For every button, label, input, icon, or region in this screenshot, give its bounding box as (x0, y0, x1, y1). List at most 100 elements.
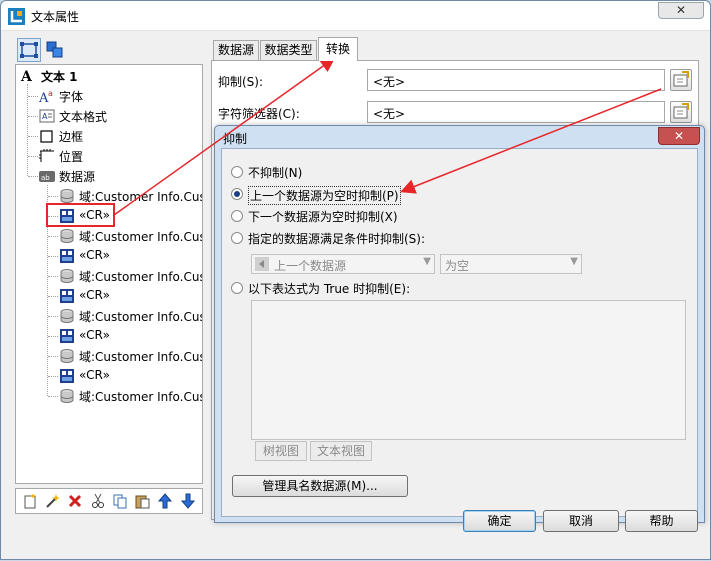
tree-root-label: 文本 1 (41, 70, 78, 84)
delete-icon[interactable] (67, 493, 83, 509)
radio-button[interactable] (231, 166, 243, 178)
tab-text-view[interactable]: 文本视图 (310, 441, 372, 461)
chevron-down-icon: ▼ (423, 256, 431, 267)
cancel-button[interactable]: 取消 (543, 510, 619, 532)
tab-convert[interactable]: 转换 (318, 37, 358, 61)
text-icon: A (20, 69, 33, 84)
svg-text:ab: ab (41, 174, 50, 182)
database-icon (60, 349, 74, 363)
tree-item-label: «CR» (79, 288, 110, 302)
tree-line (48, 196, 58, 197)
svg-text:A: A (42, 112, 48, 121)
close-icon: ✕ (675, 3, 687, 17)
suppress-edit-button[interactable] (670, 69, 692, 91)
tree-toolbar (15, 488, 203, 514)
tree-line (48, 336, 58, 337)
copy-icon[interactable] (112, 493, 128, 509)
ok-button[interactable]: 确定 (463, 510, 536, 532)
close-button[interactable]: ✕ (658, 2, 704, 19)
char-filter-edit-button[interactable] (670, 101, 692, 123)
left-toolbar (15, 38, 205, 62)
radio-button[interactable] (231, 210, 243, 222)
property-tree: A 文本 1 A a 字体 A 文本格式 边框 位置 ab 数据源 域:Cust… (15, 64, 203, 484)
move-down-icon[interactable] (180, 493, 196, 509)
svg-text:a: a (48, 89, 53, 98)
tree-line (28, 136, 38, 137)
crlf-icon (60, 289, 74, 303)
crlf-icon (60, 329, 74, 343)
tree-item-label: 域:Customer Info.Cus (79, 310, 203, 324)
database-icon (60, 389, 74, 403)
dialog-title: 抑制 (223, 132, 248, 146)
main-window: 文本属性 ✕ A 文本 1 A a 字体 A 文本格式 边框 位置 ab 数据源… (0, 0, 711, 560)
chevron-down-icon: ▼ (570, 256, 578, 267)
tree-item-label: «CR» (79, 248, 110, 262)
wand-icon[interactable] (44, 493, 60, 509)
tree-item-label: «CR» (79, 328, 110, 342)
tree-item-label: «CR» (79, 368, 110, 382)
font-icon: A a (39, 89, 53, 104)
database-icon (60, 229, 74, 243)
suppress-field[interactable]: <无> (367, 69, 665, 91)
tree-root[interactable]: A 文本 1 (20, 67, 200, 85)
database-icon (60, 189, 74, 203)
text-format-icon: A (39, 109, 55, 123)
close-icon: ✕ (673, 129, 685, 143)
move-up-icon[interactable] (157, 493, 173, 509)
char-filter-field[interactable]: <无> (367, 101, 665, 123)
app-icon (8, 8, 25, 25)
crlf-icon (60, 209, 74, 223)
tab-datasource[interactable]: 数据源 (213, 40, 259, 61)
suppress-dialog: 抑制 ✕ 不抑制(N) 上一个数据源为空时抑制(P) 下一个数据源为空时抑制(X… (214, 125, 705, 532)
datasource-icon: ab (39, 171, 55, 182)
tree-line (28, 156, 38, 157)
crlf-icon (60, 249, 74, 263)
radio-button[interactable] (231, 232, 243, 244)
suppress-label: 抑制(S): (218, 75, 264, 89)
tree-line (48, 396, 58, 397)
help-button[interactable]: 帮助 (625, 510, 698, 532)
tree-line (28, 96, 38, 97)
tree-line (48, 316, 58, 317)
tree-line (48, 356, 58, 357)
expression-editor[interactable] (251, 300, 686, 440)
window-title: 文本属性 (31, 10, 80, 24)
tree-line (28, 176, 38, 177)
paste-icon[interactable] (134, 493, 150, 509)
cut-icon[interactable] (90, 493, 106, 509)
layers-button[interactable] (43, 38, 67, 62)
new-icon[interactable] (22, 493, 38, 509)
position-icon (39, 149, 54, 162)
condition-source-select[interactable]: 上一个数据源 ▼ (251, 254, 435, 274)
tree-line (48, 216, 58, 217)
tree-item-label: 域:Customer Info.Cus (79, 390, 203, 404)
tree-item-label: 域:Customer Info.Cus (79, 270, 203, 284)
condition-value-select[interactable]: 为空 ▼ (440, 254, 582, 274)
radio-button-selected[interactable] (231, 188, 243, 200)
layers-icon (46, 41, 63, 58)
crlf-icon (60, 369, 74, 383)
tree-line (28, 116, 38, 117)
tab-datatype[interactable]: 数据类型 (260, 40, 317, 61)
back-arrow-icon (255, 257, 269, 271)
tree-line (48, 276, 58, 277)
tab-tree-view[interactable]: 树视图 (255, 441, 307, 461)
title-bar: 文本属性 ✕ (1, 1, 710, 31)
dialog-close-button[interactable]: ✕ (658, 127, 700, 145)
edit-icon (673, 71, 689, 87)
tree-view-icon (20, 42, 38, 58)
tree-item-label: 域:Customer Info.Cus (79, 230, 203, 244)
tree-line (48, 296, 58, 297)
radio-button[interactable] (231, 282, 243, 294)
tree-line (27, 84, 28, 176)
border-icon (40, 130, 53, 143)
tree-item-label: «CR» (79, 208, 110, 222)
tree-line (48, 236, 58, 237)
dialog-body: 不抑制(N) 上一个数据源为空时抑制(P) 下一个数据源为空时抑制(X) 指定的… (221, 148, 698, 532)
manage-named-datasource-button[interactable]: 管理具名数据源(M)... (232, 475, 408, 497)
tree-view-button[interactable] (17, 38, 41, 62)
svg-text:A: A (20, 69, 33, 84)
database-icon (60, 269, 74, 283)
edit-icon (673, 103, 689, 119)
tree-line (48, 256, 58, 257)
